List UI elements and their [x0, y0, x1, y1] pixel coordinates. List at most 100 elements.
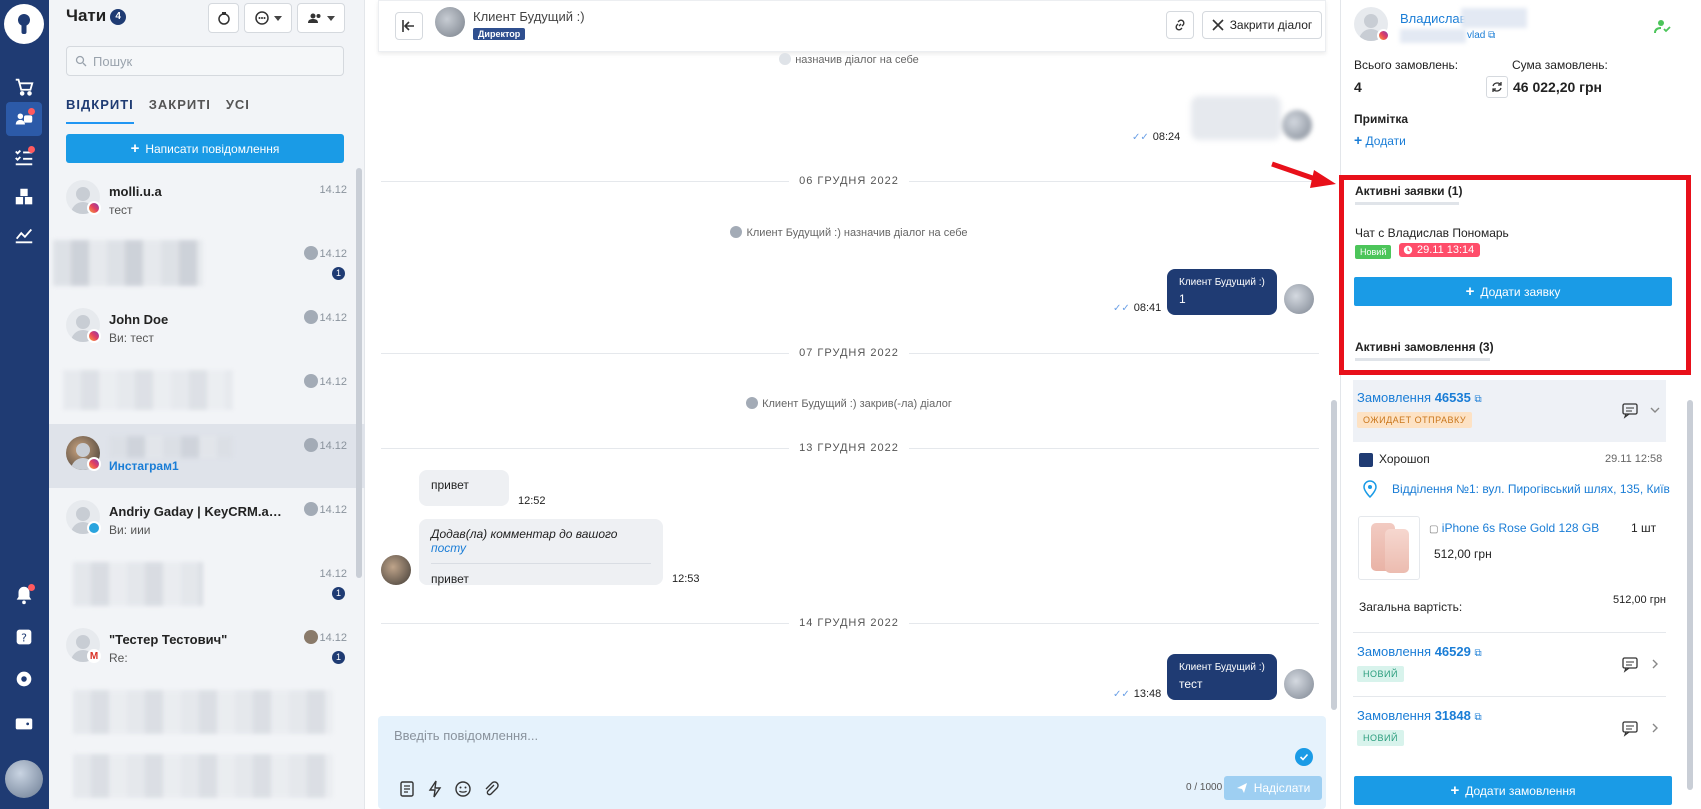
- template-icon[interactable]: [398, 780, 416, 798]
- tab-all[interactable]: УСІ: [226, 97, 250, 124]
- instagram-icon: [87, 457, 101, 471]
- help-icon[interactable]: ?: [6, 620, 42, 654]
- post-link[interactable]: посту: [431, 541, 466, 555]
- list-item[interactable]: 14.12 1: [49, 232, 365, 296]
- close-dialog-button[interactable]: Закрити діалог: [1202, 11, 1322, 39]
- unread-badge: 1: [332, 267, 345, 280]
- external-link-icon: ⧉: [1474, 394, 1482, 405]
- chevron-down-icon: [327, 15, 335, 21]
- comment-icon[interactable]: [1621, 401, 1639, 419]
- comment-icon[interactable]: [1621, 719, 1639, 737]
- chevron-down-icon[interactable]: [1649, 404, 1661, 416]
- lightning-icon[interactable]: [426, 780, 444, 798]
- list-item[interactable]: Инстаграм1 14.12: [49, 424, 365, 488]
- external-link-icon: ⧉: [1474, 712, 1482, 723]
- emoji-icon[interactable]: [454, 780, 472, 798]
- agent-avatar: [304, 246, 318, 260]
- chevron-right-icon[interactable]: [1649, 658, 1661, 670]
- logo-icon[interactable]: [4, 4, 44, 44]
- note-label: Примітка: [1354, 112, 1409, 126]
- customer-name[interactable]: Владислав: [1400, 11, 1467, 26]
- list-item[interactable]: molli.u.a тест 14.12: [49, 168, 365, 232]
- message-composer[interactable]: Введіть повідомлення... 0 / 1000 Надісла…: [378, 716, 1326, 809]
- write-message-label: Написати повідомлення: [145, 141, 280, 156]
- notification-dot: [28, 584, 35, 591]
- chat-preview: Re:: [109, 651, 128, 665]
- managers-dropdown[interactable]: [297, 3, 345, 33]
- customer-handle[interactable]: vlad ⧉: [1467, 30, 1495, 41]
- avatar: [746, 397, 759, 409]
- settings-icon[interactable]: [6, 662, 42, 696]
- outgoing-message: Клиент Будущий :) 1: [1167, 269, 1277, 315]
- delivery-address[interactable]: Відділення №1: вул. Пирогівський шлях, 1…: [1392, 482, 1670, 496]
- blurred-content: [73, 562, 203, 606]
- list-item[interactable]: Andriy Gaday | KeyCRM.app -... Ви: иии 1…: [49, 488, 365, 552]
- product-name[interactable]: ▢ iPhone 6s Rose Gold 128 GB: [1429, 521, 1599, 535]
- outgoing-message: Клиент Будущий :) тест: [1167, 654, 1277, 700]
- order-card[interactable]: Замовлення 46529 ⧉ НОВИЙ: [1353, 634, 1673, 696]
- order-card[interactable]: Замовлення 31848 ⧉ НОВИЙ: [1353, 698, 1673, 760]
- order-prefix: Замовлення: [1357, 644, 1432, 659]
- send-button[interactable]: Надіслати: [1224, 776, 1322, 800]
- comment-context: Додав(ла) комментар до вашого посту: [431, 527, 651, 564]
- wallet-icon[interactable]: [6, 706, 42, 740]
- avatar: [1284, 669, 1314, 699]
- warehouse-icon[interactable]: [6, 180, 42, 214]
- orders-sum-label: Сума замовлень:: [1512, 58, 1608, 72]
- tasks-icon[interactable]: [6, 140, 42, 174]
- chat-time: 14.12: [319, 504, 347, 516]
- users-icon: [308, 13, 321, 23]
- search-input[interactable]: Пошук: [66, 46, 344, 76]
- user-avatar[interactable]: [5, 760, 43, 798]
- list-item[interactable]: John Doe Ви: тест 14.12: [49, 296, 365, 360]
- time-text: 12:53: [672, 573, 700, 585]
- agent-avatar: [304, 502, 318, 516]
- cart-icon[interactable]: [6, 70, 42, 104]
- write-message-button[interactable]: + Написати повідомлення: [66, 134, 344, 163]
- date-separator: 06 ГРУДНЯ 2022: [366, 175, 1332, 187]
- user-check-icon[interactable]: [1654, 17, 1672, 35]
- chats-icon[interactable]: [6, 102, 42, 136]
- list-item[interactable]: 14.12 1: [49, 552, 365, 616]
- message-time: 12:52: [518, 495, 546, 507]
- order-title[interactable]: Замовлення 46529 ⧉: [1357, 644, 1482, 659]
- order-card[interactable]: Замовлення 46535 ⧉ ОЖИДАЕТ ОТПРАВКУ: [1353, 380, 1673, 442]
- analytics-icon[interactable]: [6, 218, 42, 252]
- date-separator: 14 ГРУДНЯ 2022: [366, 617, 1332, 629]
- order-title[interactable]: Замовлення 31848 ⧉: [1357, 708, 1482, 723]
- chat-name: "Тестер Тестович": [109, 632, 228, 647]
- time-text: 08:41: [1133, 302, 1162, 314]
- attachment-icon[interactable]: [482, 780, 500, 798]
- chevron-right-icon[interactable]: [1649, 722, 1661, 734]
- message-text: привет: [431, 572, 469, 586]
- list-item[interactable]: [49, 680, 365, 744]
- check-icon[interactable]: [1295, 748, 1313, 766]
- order-title[interactable]: Замовлення 46535 ⧉: [1357, 390, 1482, 405]
- add-note-link[interactable]: + Додати: [1354, 132, 1406, 148]
- chat-preview: Ви: иии: [109, 523, 151, 537]
- message-text: 1: [1179, 292, 1186, 306]
- side-scrollbar[interactable]: [1687, 400, 1693, 790]
- link-button[interactable]: [1166, 11, 1194, 39]
- add-order-button[interactable]: + Додати замовлення: [1354, 776, 1672, 805]
- collapse-button[interactable]: [395, 12, 423, 40]
- chat-list-scrollbar[interactable]: [356, 168, 362, 578]
- list-item[interactable]: 14.12: [49, 360, 365, 424]
- comment-icon[interactable]: [1621, 655, 1639, 673]
- product-title: iPhone 6s Rose Gold 128 GB: [1441, 521, 1600, 535]
- tab-closed[interactable]: ЗАКРИТІ: [149, 97, 211, 124]
- chat-name: molli.u.a: [109, 184, 162, 199]
- refresh-button[interactable]: [1486, 76, 1508, 98]
- tab-open[interactable]: ВІДКРИТІ: [66, 97, 134, 124]
- incoming-message: Додав(ла) комментар до вашого посту прив…: [419, 519, 663, 586]
- list-item[interactable]: [49, 744, 365, 808]
- avatar: [435, 7, 465, 37]
- new-chat-dropdown[interactable]: [244, 3, 292, 33]
- list-item[interactable]: M "Тестер Тестович" Re: 14.12 1: [49, 616, 365, 680]
- bell-icon[interactable]: [6, 578, 42, 612]
- bot-button[interactable]: [208, 3, 239, 33]
- chat-name: John Doe: [109, 312, 169, 327]
- chats-count-badge: 4: [110, 9, 127, 25]
- order-status-badge: ОЖИДАЕТ ОТПРАВКУ: [1357, 412, 1473, 428]
- chat-scrollbar[interactable]: [1331, 400, 1337, 710]
